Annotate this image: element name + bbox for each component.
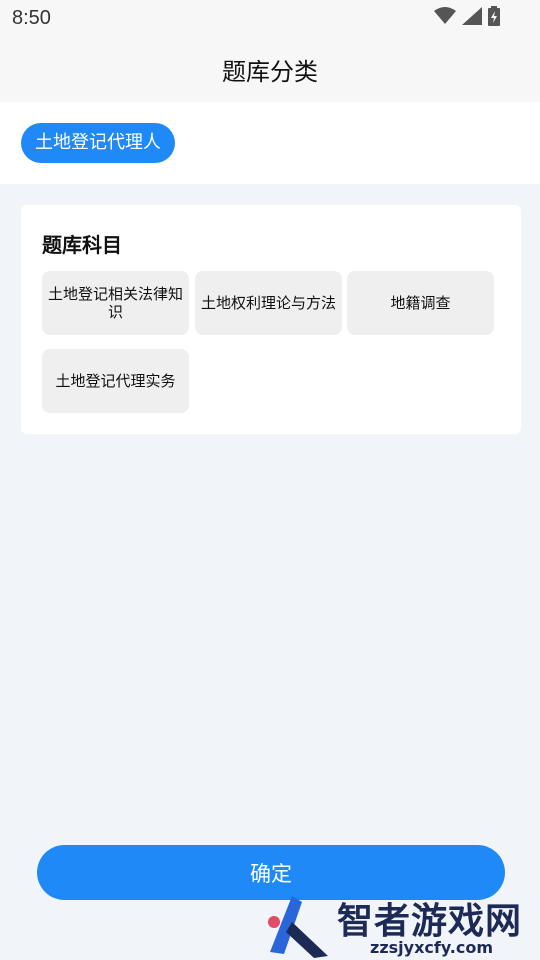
title-bar: 题库分类 [0, 36, 540, 102]
watermark-url: zzsjyxcfy.com [370, 938, 494, 957]
subjects-card: 题库科目 土地登记相关法律知识 土地权利理论与方法 地籍调查 土地登记代理实务 [21, 205, 521, 434]
wifi-icon [434, 7, 456, 24]
subject-label: 土地登记相关法律知识 [48, 285, 184, 321]
subject-tile[interactable]: 地籍调查 [347, 271, 494, 335]
subject-tile[interactable]: 土地权利理论与方法 [195, 271, 342, 335]
status-icons [434, 6, 500, 26]
subject-label: 土地权利理论与方法 [201, 294, 337, 312]
watermark-logo-icon [268, 896, 328, 958]
signal-icon [462, 7, 482, 25]
status-bar: 8:50 [0, 0, 540, 36]
watermark-brand: 智者游戏网 [337, 901, 523, 942]
subject-tile[interactable]: 土地登记代理实务 [42, 349, 189, 413]
subject-label: 地籍调查 [390, 294, 451, 312]
category-chip-selected[interactable]: 土地登记代理人 [21, 123, 175, 163]
subjects-title: 题库科目 [42, 233, 122, 257]
page-title: 题库分类 [222, 57, 318, 86]
status-time: 8:50 [12, 7, 51, 29]
category-section: 土地登记代理人 [0, 102, 540, 184]
battery-icon [488, 6, 500, 26]
subject-tile[interactable]: 土地登记相关法律知识 [42, 271, 189, 335]
watermark: 智者游戏网 zzsjyxcfy.com [262, 892, 540, 960]
subject-label: 土地登记代理实务 [55, 372, 176, 390]
